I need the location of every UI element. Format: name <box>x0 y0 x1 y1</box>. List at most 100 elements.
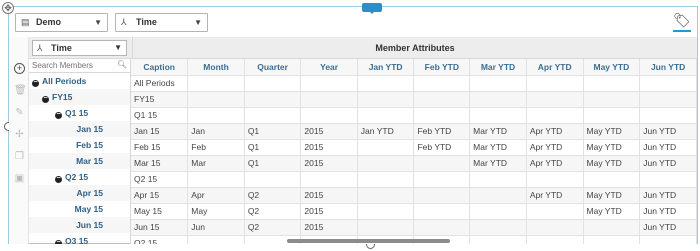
table-cell[interactable]: Mar YTD <box>469 155 527 172</box>
table-cell[interactable] <box>526 107 584 124</box>
table-cell[interactable] <box>639 91 697 108</box>
table-cell[interactable] <box>357 75 415 92</box>
table-cell[interactable] <box>413 171 471 188</box>
table-cell[interactable]: Mar <box>187 155 245 172</box>
table-cell[interactable]: Apr YTD <box>526 139 584 156</box>
table-cell[interactable]: Q1 15 <box>131 107 189 124</box>
table-cell[interactable]: Q2 <box>244 187 302 204</box>
table-cell[interactable]: 2015 <box>300 123 358 140</box>
table-cell[interactable] <box>187 91 245 108</box>
table-cell[interactable]: Q2 <box>244 203 302 220</box>
column-header[interactable]: Year <box>300 59 358 76</box>
table-cell[interactable] <box>357 155 415 172</box>
table-cell[interactable]: 2015 <box>300 155 358 172</box>
table-cell[interactable] <box>300 107 358 124</box>
table-cell[interactable]: Apr YTD <box>526 123 584 140</box>
table-cell[interactable] <box>583 235 641 244</box>
table-cell[interactable] <box>469 75 527 92</box>
table-cell[interactable]: Apr YTD <box>526 155 584 172</box>
horizontal-scrollbar[interactable] <box>287 239 450 243</box>
table-cell[interactable] <box>526 219 584 236</box>
table-cell[interactable] <box>469 91 527 108</box>
table-cell[interactable]: Jan YTD <box>357 123 415 140</box>
column-header[interactable]: May YTD <box>583 59 641 76</box>
table-cell[interactable]: May YTD <box>583 203 641 220</box>
collapse-icon[interactable]: − <box>55 175 62 183</box>
table-cell[interactable]: Jan 15 <box>131 123 189 140</box>
table-cell[interactable]: Q2 15 <box>131 171 189 188</box>
table-cell[interactable] <box>526 203 584 220</box>
table-cell[interactable]: FY15 <box>131 91 189 108</box>
dimension-dropdown[interactable]: ▤ Demo ▼ <box>15 13 108 32</box>
column-header[interactable]: Caption <box>131 59 189 76</box>
table-cell[interactable]: Feb <box>187 139 245 156</box>
table-cell[interactable] <box>526 75 584 92</box>
copy-icon[interactable]: ❐ <box>14 151 25 162</box>
table-cell[interactable]: Jun YTD <box>639 139 697 156</box>
table-cell[interactable] <box>244 107 302 124</box>
table-cell[interactable] <box>357 107 415 124</box>
table-cell[interactable] <box>413 91 471 108</box>
table-cell[interactable] <box>187 75 245 92</box>
search-input[interactable] <box>32 60 116 71</box>
table-cell[interactable] <box>583 171 641 188</box>
edit-icon[interactable]: ✎ <box>14 107 25 118</box>
move-member-icon[interactable]: ✢ <box>14 129 25 140</box>
table-cell[interactable] <box>413 219 471 236</box>
tree-node[interactable]: Feb 15 <box>29 137 131 153</box>
table-cell[interactable] <box>469 171 527 188</box>
tree-node[interactable]: Jun 15 <box>29 217 131 233</box>
column-header[interactable]: Month <box>187 59 245 76</box>
table-row[interactable]: Jun 15 Jun Q2 2015 Jun YTD <box>131 219 697 236</box>
column-header[interactable]: Jan YTD <box>357 59 415 76</box>
table-cell[interactable] <box>357 203 415 220</box>
table-row[interactable]: May 15 May Q2 2015 May YTD Jun YTD <box>131 203 697 220</box>
column-header[interactable]: Quarter <box>244 59 302 76</box>
table-cell[interactable] <box>583 75 641 92</box>
table-cell[interactable]: Q1 <box>244 123 302 140</box>
table-cell[interactable]: Feb YTD <box>413 139 471 156</box>
table-cell[interactable]: Jun YTD <box>639 187 697 204</box>
table-cell[interactable]: Q1 <box>244 155 302 172</box>
table-row[interactable]: All Periods <box>131 75 697 92</box>
table-cell[interactable]: Jun YTD <box>639 155 697 172</box>
table-cell[interactable] <box>413 75 471 92</box>
collapse-icon[interactable]: − <box>55 111 62 119</box>
table-cell[interactable] <box>526 235 584 244</box>
collapse-icon[interactable]: − <box>42 95 49 103</box>
table-cell[interactable] <box>187 235 245 244</box>
table-cell[interactable]: Jun YTD <box>639 219 697 236</box>
table-cell[interactable] <box>469 219 527 236</box>
table-cell[interactable]: 2015 <box>300 203 358 220</box>
collapse-icon[interactable]: − <box>55 239 62 244</box>
table-cell[interactable] <box>639 107 697 124</box>
tree-node[interactable]: − Q2 15 <box>29 169 131 185</box>
table-cell[interactable] <box>583 91 641 108</box>
tree-node[interactable]: − FY15 <box>29 89 131 105</box>
table-cell[interactable]: May YTD <box>583 123 641 140</box>
table-cell[interactable]: Q1 <box>244 139 302 156</box>
table-cell[interactable]: Jun 15 <box>131 219 189 236</box>
table-cell[interactable] <box>583 219 641 236</box>
table-row[interactable]: FY15 <box>131 91 697 108</box>
tree-node[interactable]: Mar 15 <box>29 153 131 169</box>
tree-node[interactable]: Jan 15 <box>29 121 131 137</box>
table-cell[interactable] <box>357 91 415 108</box>
table-cell[interactable] <box>357 139 415 156</box>
column-header[interactable]: Feb YTD <box>413 59 471 76</box>
table-cell[interactable] <box>469 203 527 220</box>
table-cell[interactable] <box>187 171 245 188</box>
table-cell[interactable] <box>639 171 697 188</box>
add-icon[interactable]: + <box>14 63 25 74</box>
delete-icon[interactable]: 🗑 <box>14 85 27 96</box>
table-cell[interactable]: Q2 <box>244 219 302 236</box>
table-cell[interactable]: 2015 <box>300 187 358 204</box>
table-cell[interactable]: Jan <box>187 123 245 140</box>
table-cell[interactable]: Q2 15 <box>131 235 189 244</box>
table-cell[interactable]: May 15 <box>131 203 189 220</box>
table-cell[interactable] <box>526 91 584 108</box>
table-cell[interactable] <box>469 107 527 124</box>
table-cell[interactable]: May YTD <box>583 187 641 204</box>
tree-node[interactable]: Apr 15 <box>29 185 131 201</box>
table-row[interactable]: Jan 15 Jan Q1 2015 Jan YTD Feb YTD Mar YTD Apr … <box>131 123 697 140</box>
